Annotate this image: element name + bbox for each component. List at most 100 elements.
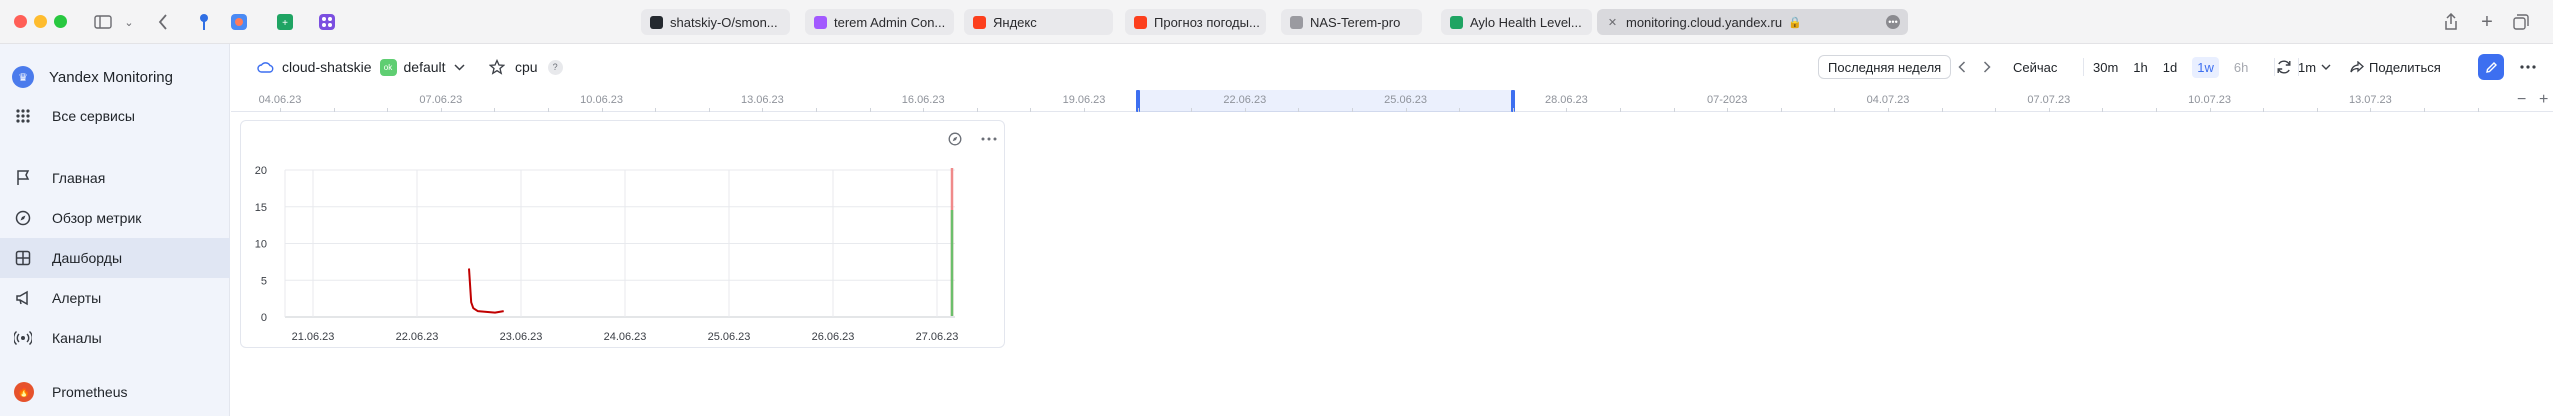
help-icon[interactable]: ? [547,59,563,75]
browser-tab[interactable]: terem Admin Con... [805,9,954,35]
refresh-interval-label: 1m [2298,59,2317,75]
compass-icon [14,209,32,227]
brand[interactable]: ♛ Yandex Monitoring [12,66,173,88]
sidebar-item-metrics-overview[interactable]: Обзор метрик [0,198,230,238]
y-tick-label: 15 [255,202,267,214]
panel-more-icon[interactable] [979,129,999,149]
refresh-interval-select[interactable]: 1m [2298,44,2331,90]
timeline-tick [440,108,442,112]
edit-button[interactable] [2478,44,2504,90]
timeline-tick [1030,108,1032,112]
timeline-tick [2370,108,2372,112]
timeline-tick [1352,108,1353,112]
chart-widget: 0 5 10 15 20 21.06.23 22.06.23 23.06.23 24.06.23… [240,120,1005,348]
timeline-label: 22.06.23 [1223,94,1267,106]
timeline-label: 19.06.23 [1062,94,1106,106]
back-icon[interactable] [154,11,172,33]
timeline-tick [1084,108,1085,112]
x-tick-label: 24.06.23 [604,331,647,343]
browser-tab[interactable]: Яндекс [964,9,1113,35]
now-button[interactable]: Сейчас [2013,44,2057,90]
timeline-tick [1620,108,1621,112]
browser-tab[interactable]: Прогноз погоды... [1125,9,1266,35]
tab-overview-icon[interactable] [2512,11,2530,33]
close-icon[interactable]: ✕ [1606,16,1619,29]
sidebar-item-label: Дашборды [52,250,122,266]
prev-range-icon[interactable] [1958,44,1966,90]
timeline-tick [601,108,603,112]
interval-1w[interactable]: 1w [2192,56,2219,78]
refresh-icon[interactable] [2276,44,2292,90]
sidebar-item-alerts[interactable]: Алерты [0,278,230,318]
timeline-tick [1780,108,1782,112]
more-icon[interactable] [2520,44,2536,90]
browser-tab-label: Aylo Health Level... [1470,14,1582,30]
close-window-button[interactable] [14,15,27,28]
new-tab-icon[interactable]: + [2478,11,2496,33]
timeline-tick [1834,108,1836,112]
timeline-tick [2209,108,2211,112]
sidebar-item-dashboards[interactable]: Дашборды [0,238,230,278]
x-tick-label: 27.06.23 [916,331,959,343]
interval-30m[interactable]: 30m [2093,60,2118,75]
browser-tab-label: Прогноз погоды... [1154,14,1260,30]
lock-icon: 🔒 [1788,16,1802,29]
zoom-in-icon[interactable]: + [2539,91,2548,109]
browser-tab[interactable]: NAS-Terem-pro [1281,9,1422,35]
sidebar-item-all-services[interactable]: Все сервисы [0,96,230,136]
zoom-out-icon[interactable]: − [2517,91,2526,109]
tab-more-icon[interactable]: ••• [1886,15,1900,29]
sidebar-item-home[interactable]: Главная [0,158,230,198]
share-page-icon[interactable] [2442,11,2460,33]
share-button[interactable]: Поделиться [2350,44,2441,90]
extension-icon[interactable] [228,11,250,33]
nas-icon [1290,15,1303,29]
timeline-tick [1298,108,1300,112]
timeline-track: 04.06.23 07.06.23 10.06.23 13.06.23 16.06.23… [231,90,2501,112]
timeline-tick [2156,108,2157,112]
browser-tab-label: NAS-Terem-pro [1310,14,1401,30]
timeline-tick [2424,108,2425,112]
sidebar-item-prometheus[interactable]: 🔥 Prometheus [0,372,230,412]
timeline-tick [494,108,496,112]
timeline-tick [923,108,925,112]
timeline-label: 10.07.23 [2188,94,2232,106]
zoom-window-button[interactable] [54,15,67,28]
sidebar: ♛ Yandex Monitoring Все сервисы Главная … [0,44,230,416]
browser-tab-label: Яндекс [993,14,1037,30]
timeline-label: 25.06.23 [1384,94,1428,106]
sheets-extension-icon[interactable]: + [274,11,296,33]
timeline-tick [2477,108,2479,112]
cloud-link[interactable]: cloud-shatskie [282,59,372,75]
time-range-button[interactable]: Последняя неделя [1818,55,1952,79]
timeline-selection[interactable] [1137,90,1513,112]
browser-tab[interactable]: Aylo Health Level... [1441,9,1592,35]
folder-select[interactable]: default [404,59,446,75]
github-icon [650,15,663,29]
browser-tab[interactable]: shatskiy-O/smon... [641,9,790,35]
apps-extension-icon[interactable] [316,11,338,33]
crown-icon: ♛ [12,66,34,88]
minimize-window-button[interactable] [34,15,47,28]
key-extension-icon[interactable] [196,11,212,33]
star-icon[interactable] [489,59,505,75]
timeline-tick [869,108,871,112]
sidebar-toggle-icon[interactable] [92,11,114,33]
timeline-label: 10.06.23 [580,94,624,106]
chevron-down-icon[interactable] [454,63,465,71]
browser-tab[interactable]: ✕ monitoring.cloud.yandex.ru 🔒 ••• [1597,9,1908,35]
timeline-scrubber[interactable]: 04.06.23 07.06.23 10.06.23 13.06.23 16.06.23… [231,90,2553,112]
weather-icon [1134,15,1147,29]
timeline-tick [1191,108,1193,112]
explore-icon[interactable] [945,129,965,149]
cpu-chart[interactable]: 0 5 10 15 20 21.06.23 22.06.23 23.06.23 24.06.23… [241,121,1006,349]
y-tick-label: 5 [261,275,267,287]
x-tick-label: 22.06.23 [396,331,439,343]
sidebar-item-channels[interactable]: Каналы [0,318,230,358]
interval-1d[interactable]: 1d [2163,60,2177,75]
breadcrumb: cloud-shatskie ok default [257,44,465,90]
timeline-tick [1673,108,1675,112]
interval-1h[interactable]: 1h [2133,60,2147,75]
chevron-down-icon[interactable]: ⌄ [122,11,136,33]
next-range-icon[interactable] [1983,44,1991,90]
